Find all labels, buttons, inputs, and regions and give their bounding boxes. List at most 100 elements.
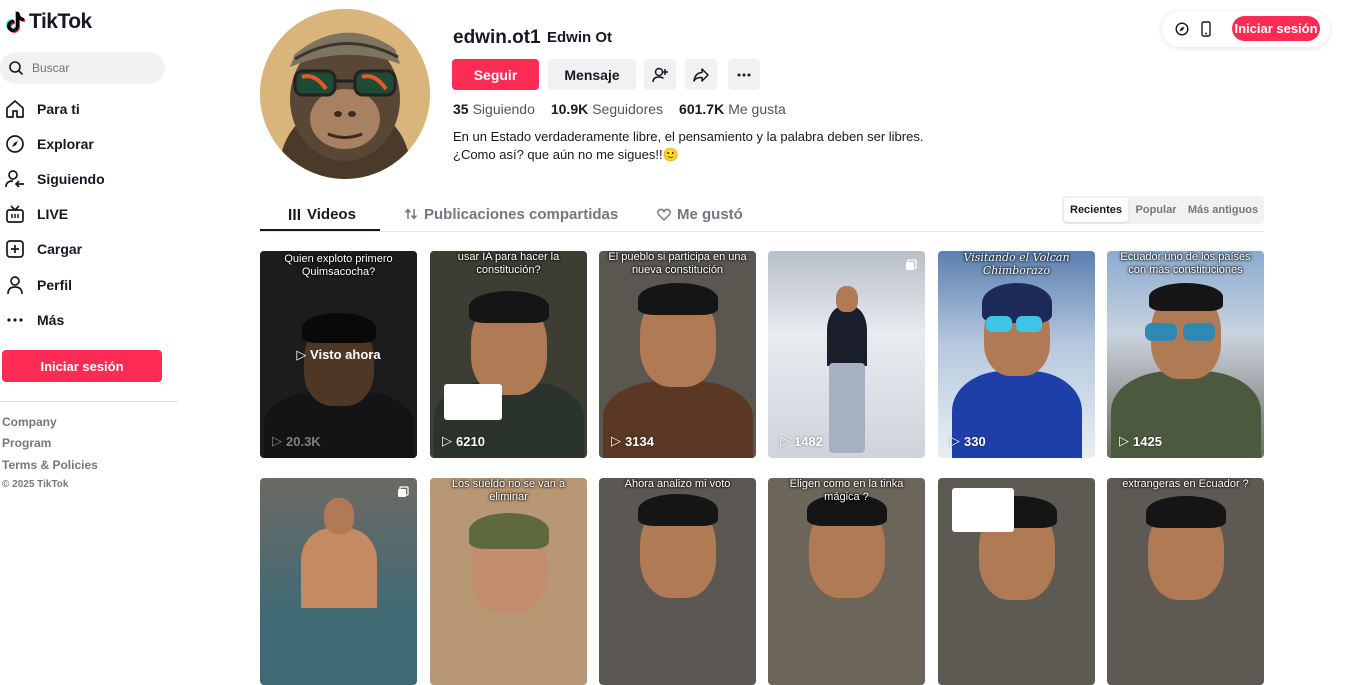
follow-button[interactable]: Seguir bbox=[452, 59, 539, 90]
sidebar-login-button[interactable]: Iniciar sesión bbox=[2, 350, 162, 382]
comment-sticker bbox=[444, 384, 502, 420]
view-count-value: 20.3K bbox=[286, 433, 321, 449]
tiktok-logo[interactable]: TikTok bbox=[6, 10, 92, 34]
brand-name: TikTok bbox=[29, 10, 92, 33]
bio-line: En un Estado verdaderamente libre, el pe… bbox=[453, 129, 924, 144]
copyright: © 2025 TikTok bbox=[2, 479, 69, 490]
video-card[interactable]: Los sueldo no se van a eliminar bbox=[430, 478, 587, 685]
search-input[interactable] bbox=[32, 61, 152, 75]
more-options-button[interactable] bbox=[728, 59, 760, 90]
video-card[interactable] bbox=[938, 478, 1095, 685]
topbar-login-button[interactable]: Iniciar sesión bbox=[1232, 16, 1320, 41]
play-icon: ▷ bbox=[272, 433, 282, 448]
watched-text: Visto ahora bbox=[310, 347, 381, 362]
tab-label: Videos bbox=[307, 205, 356, 223]
share-icon bbox=[693, 67, 709, 82]
message-button[interactable]: Mensaje bbox=[548, 59, 636, 90]
person-hair bbox=[637, 283, 718, 315]
tab-label: Publicaciones compartidas bbox=[424, 205, 619, 223]
bio-line: ¿Como así? que aún no me sigues!!🙂 bbox=[453, 147, 679, 162]
top-right-bar: Iniciar sesión bbox=[1162, 11, 1330, 47]
tab-videos[interactable]: Videos bbox=[288, 202, 356, 226]
ellipsis-icon bbox=[737, 73, 751, 76]
likes-count: 601.7K bbox=[679, 101, 725, 117]
nav-label: LIVE bbox=[37, 206, 69, 222]
video-caption: Quien exploto primero Quimsacocha? bbox=[284, 253, 393, 278]
view-count-value: 3134 bbox=[625, 433, 654, 449]
nav-item-explorar[interactable]: Explorar bbox=[4, 131, 94, 157]
profile-username: edwin.ot1 bbox=[453, 27, 541, 48]
nav-item-mas[interactable]: Más bbox=[4, 307, 64, 333]
video-caption: Ecuador uno de los países con más consti… bbox=[1120, 251, 1251, 276]
profile-stats: 35 Siguiendo 10.9K Seguidores 601.7K Me gus… bbox=[453, 101, 786, 117]
video-card[interactable]: Eligen como en la tinka mágica ? bbox=[768, 478, 925, 685]
home-icon bbox=[4, 98, 26, 120]
repost-icon bbox=[404, 208, 418, 220]
footer-program-link[interactable]: Program bbox=[2, 436, 51, 450]
person-figure bbox=[826, 306, 867, 366]
nav-item-cargar[interactable]: Cargar bbox=[4, 236, 82, 262]
person-legs bbox=[828, 363, 865, 453]
following-count: 35 bbox=[453, 101, 469, 117]
person-figure bbox=[300, 528, 377, 608]
tab-liked[interactable]: Me gustó bbox=[657, 202, 743, 226]
heart-icon bbox=[657, 208, 671, 221]
profile-avatar bbox=[260, 9, 430, 179]
search-icon bbox=[9, 61, 24, 76]
view-count: ▷ 3134 bbox=[611, 433, 654, 449]
video-card[interactable]: Ahora analizo mi voto bbox=[599, 478, 756, 685]
add-user-icon bbox=[652, 67, 668, 82]
sunglasses-lens bbox=[986, 316, 1012, 332]
tiktok-logo-icon bbox=[6, 11, 25, 33]
view-count: ▷ 1482 bbox=[780, 433, 823, 449]
play-icon: ▷ bbox=[950, 433, 960, 448]
nav-item-para-ti[interactable]: Para ti bbox=[4, 96, 80, 122]
video-card[interactable]: extrangeras en Ecuador ? bbox=[1107, 478, 1264, 685]
view-count: ▷ 6210 bbox=[442, 433, 485, 449]
sort-oldest[interactable]: Más antiguos bbox=[1184, 198, 1262, 222]
nav-item-siguiendo[interactable]: Siguiendo bbox=[4, 166, 105, 192]
profile-nickname: Edwin Ot bbox=[547, 29, 612, 46]
search-box[interactable] bbox=[0, 52, 165, 84]
nav-label: Para ti bbox=[37, 101, 80, 117]
mobile-app-icon[interactable] bbox=[1198, 21, 1214, 37]
nav-label: Más bbox=[37, 312, 65, 328]
video-card[interactable]: El pueblo si participa en una nueva cons… bbox=[599, 251, 756, 458]
video-caption: extrangeras en Ecuador ? bbox=[1122, 478, 1249, 490]
tab-label: Me gustó bbox=[677, 205, 743, 223]
video-card[interactable]: Quien exploto primero Quimsacocha? ▷ Vis… bbox=[260, 251, 417, 458]
sidebar: TikTok Para ti Explorar Siguiendo LIVE C… bbox=[0, 0, 180, 600]
suggested-accounts-button[interactable] bbox=[644, 59, 676, 90]
video-card[interactable] bbox=[260, 478, 417, 685]
video-caption: Ahora analizo mi voto bbox=[624, 478, 731, 490]
nav-item-live[interactable]: LIVE bbox=[4, 201, 68, 227]
footer-terms-link[interactable]: Terms & Policies bbox=[2, 458, 98, 472]
view-count: ▷ 20.3K bbox=[272, 433, 321, 449]
share-button[interactable] bbox=[685, 59, 717, 90]
ape-avatar-image bbox=[260, 9, 430, 179]
nav-item-perfil[interactable]: Perfil bbox=[4, 272, 72, 298]
sort-popular[interactable]: Popular bbox=[1130, 198, 1182, 222]
compass-icon[interactable] bbox=[1174, 21, 1190, 37]
following-stat[interactable]: 35 Siguiendo bbox=[453, 101, 535, 117]
person-face bbox=[835, 286, 858, 312]
video-card[interactable]: Visitando el Volcan Chimborazo ▷ 330 bbox=[938, 251, 1095, 458]
view-count-value: 6210 bbox=[456, 433, 485, 449]
live-icon bbox=[4, 203, 26, 225]
video-caption: El pueblo si participa en una nueva cons… bbox=[608, 251, 747, 276]
sort-toggle: Recientes Popular Más antiguos bbox=[1062, 196, 1264, 224]
video-caption: usar IA para hacer la constitución? bbox=[457, 251, 560, 276]
person-hair bbox=[1148, 283, 1223, 311]
photo-carousel-icon bbox=[398, 486, 409, 497]
play-icon: ▷ bbox=[1119, 433, 1129, 448]
followers-stat[interactable]: 10.9K Seguidores bbox=[551, 101, 663, 117]
footer-company-link[interactable]: Company bbox=[2, 415, 57, 429]
followers-label: Seguidores bbox=[592, 101, 664, 117]
sort-recent[interactable]: Recientes bbox=[1064, 198, 1128, 222]
profile-tabs: Videos Publicaciones compartidas Me gust… bbox=[260, 196, 1264, 232]
watched-label: ▷ Visto ahora bbox=[296, 347, 381, 362]
video-card[interactable]: Ecuador uno de los países con más consti… bbox=[1107, 251, 1264, 458]
video-card[interactable]: usar IA para hacer la constitución? ▷ 621… bbox=[430, 251, 587, 458]
tab-reposts[interactable]: Publicaciones compartidas bbox=[404, 202, 618, 226]
video-card[interactable]: ▷ 1482 bbox=[768, 251, 925, 458]
